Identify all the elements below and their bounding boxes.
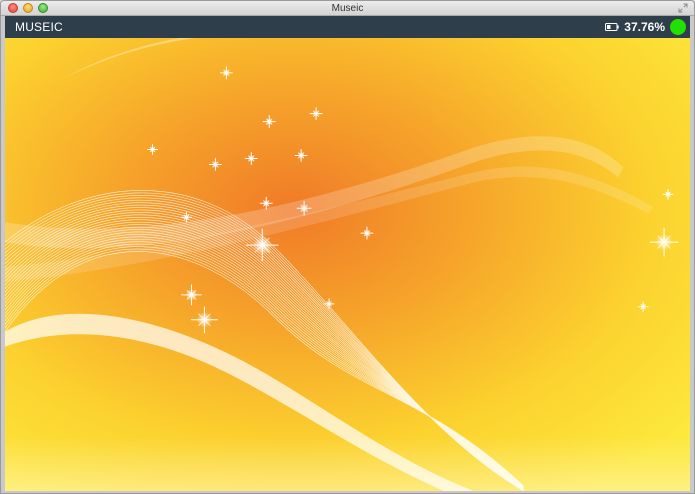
wallpaper-image [5, 38, 690, 491]
app-header: MUSEIC 37.76% [5, 16, 690, 38]
app-title: MUSEIC [15, 20, 63, 34]
battery-status: 37.76% [605, 16, 686, 38]
window-titlebar[interactable]: Museic [1, 1, 694, 16]
battery-icon [605, 23, 619, 31]
app-window: Museic MUSEIC 37.76% [0, 0, 695, 494]
window-title: Museic [331, 3, 364, 14]
fullscreen-icon[interactable] [678, 3, 688, 13]
connection-status-indicator [670, 19, 686, 35]
battery-percentage: 37.76% [624, 20, 665, 34]
main-content [5, 38, 690, 491]
